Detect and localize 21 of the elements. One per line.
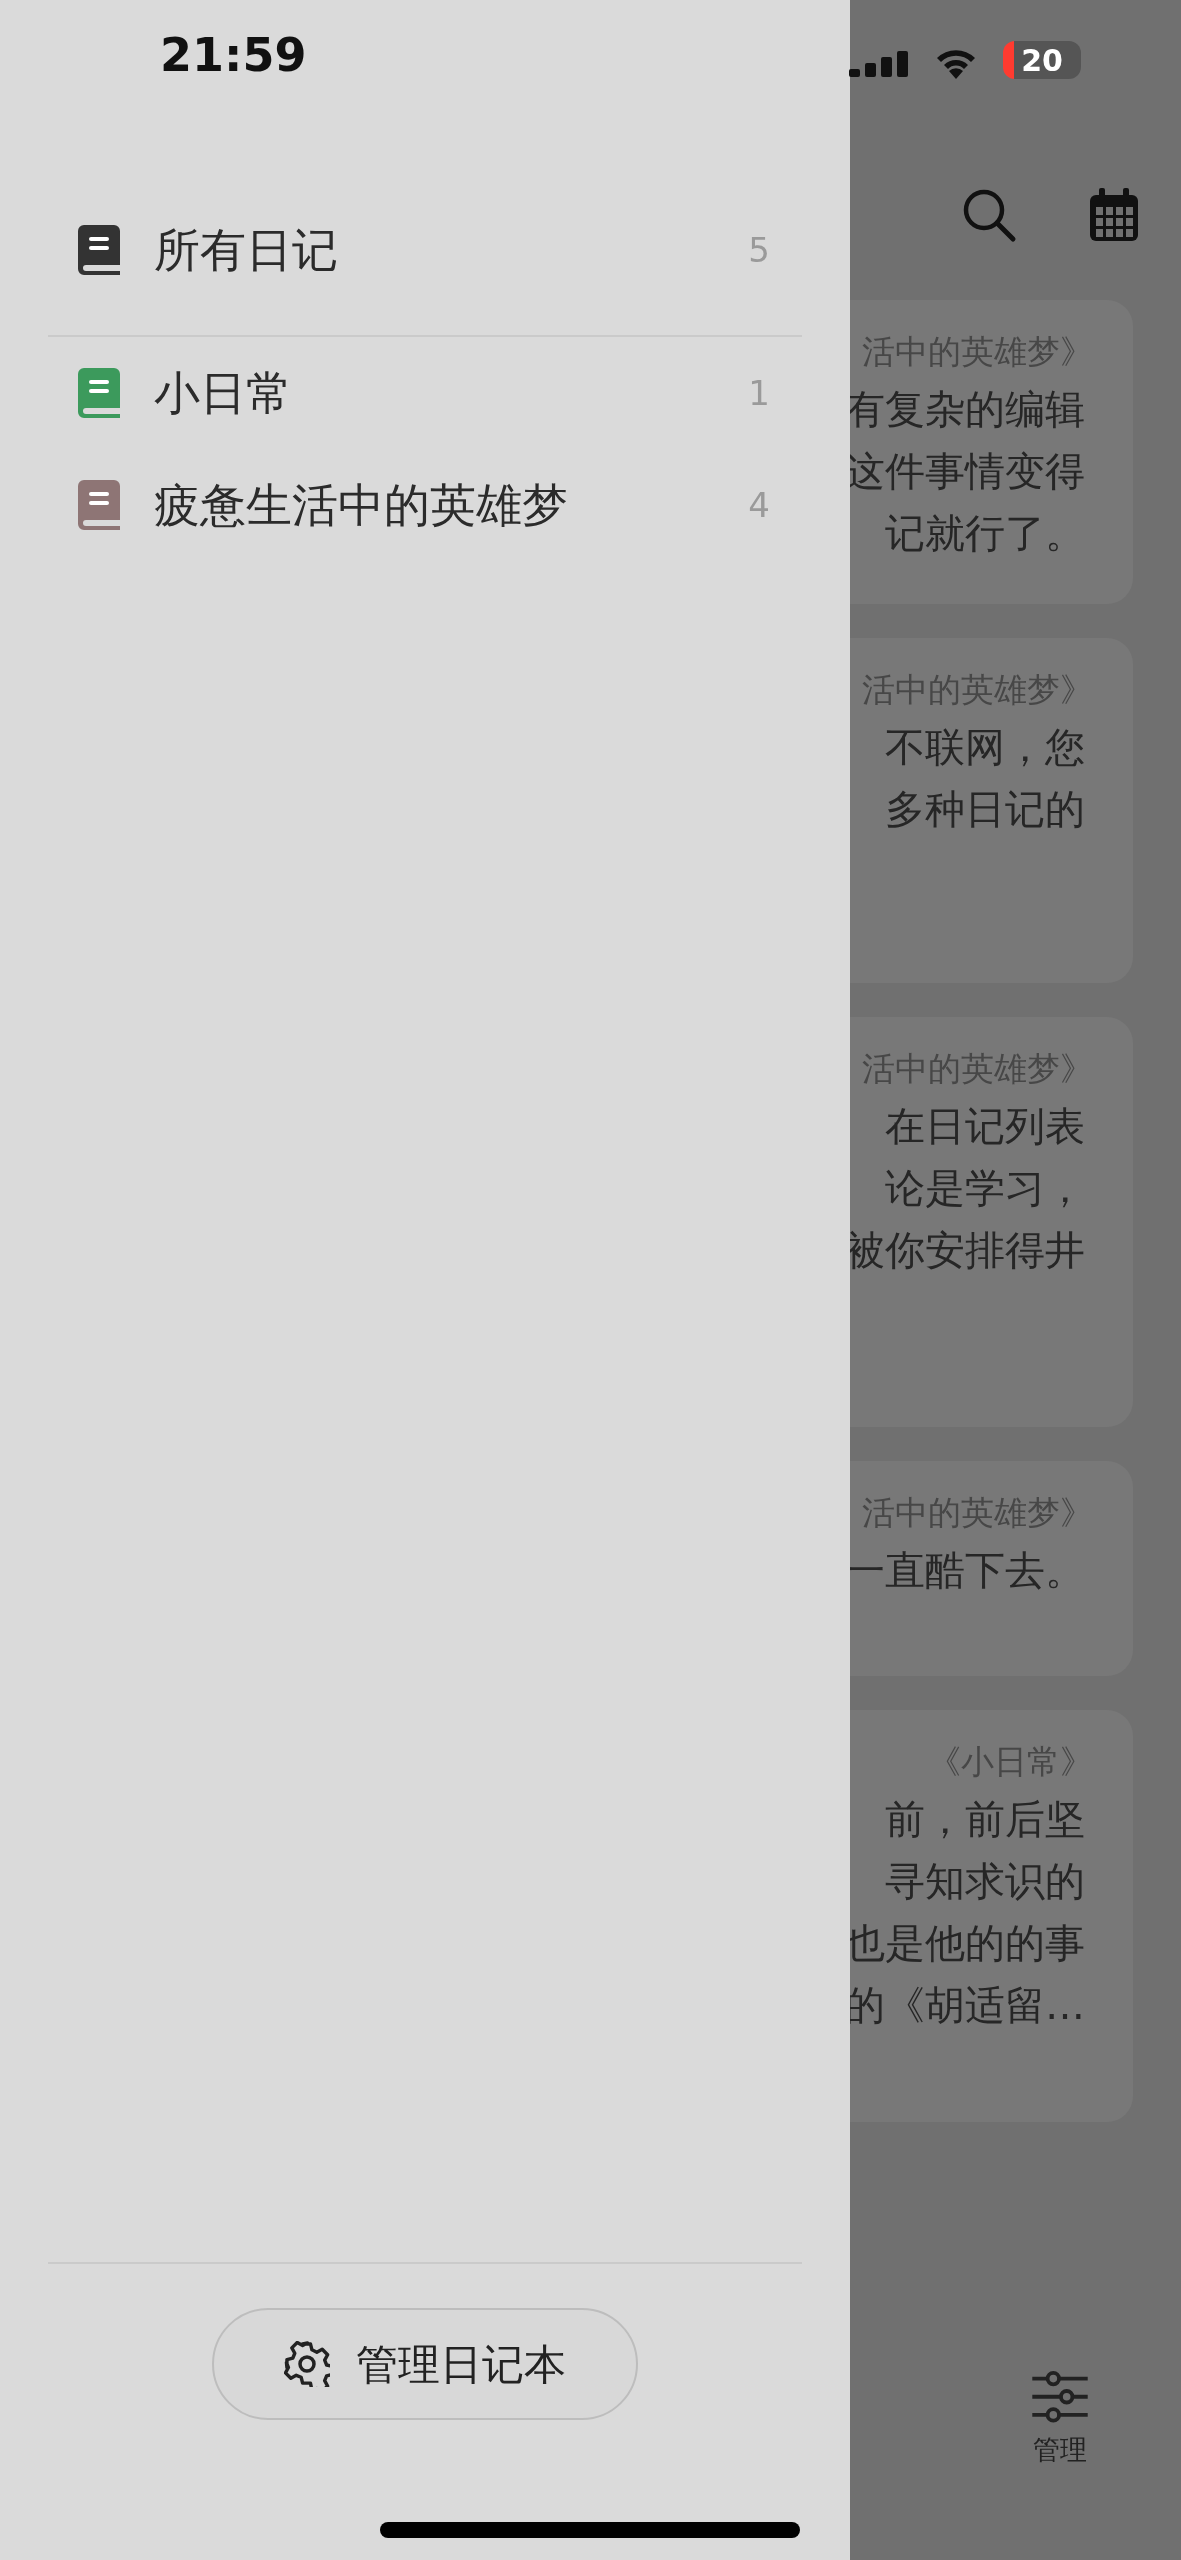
notebook-item[interactable]: 疲惫生活中的英雄梦 4 — [0, 449, 850, 561]
search-icon[interactable] — [961, 187, 1017, 243]
book-icon — [78, 225, 120, 275]
battery-indicator: 20 — [1003, 41, 1081, 79]
entry-text: 前，前后坚 — [885, 1795, 1086, 1844]
manage-notebooks-button[interactable]: 管理日记本 — [212, 2308, 638, 2420]
settings-icon — [284, 2341, 330, 2387]
calendar-icon[interactable] — [1087, 187, 1141, 243]
entry-text: 被你安排得井 — [845, 1226, 1086, 1275]
entry-text: 论是学习， — [885, 1164, 1086, 1213]
entry-text: 不联网，您 — [885, 723, 1086, 772]
entry-text: 寻知求识的 — [885, 1857, 1086, 1906]
book-icon — [78, 368, 120, 418]
entry-text: 多种日记的 — [885, 785, 1086, 834]
entry-text: 在日记列表 — [885, 1102, 1086, 1151]
entry-text: 也是他的的事 — [845, 1919, 1086, 1968]
book-icon — [78, 480, 120, 530]
notebook-item[interactable]: 所有日记 5 — [0, 185, 850, 315]
entry-text: 记就行了。 — [885, 509, 1086, 558]
status-time: 21:59 — [160, 26, 307, 84]
sliders-icon — [1029, 2370, 1091, 2424]
